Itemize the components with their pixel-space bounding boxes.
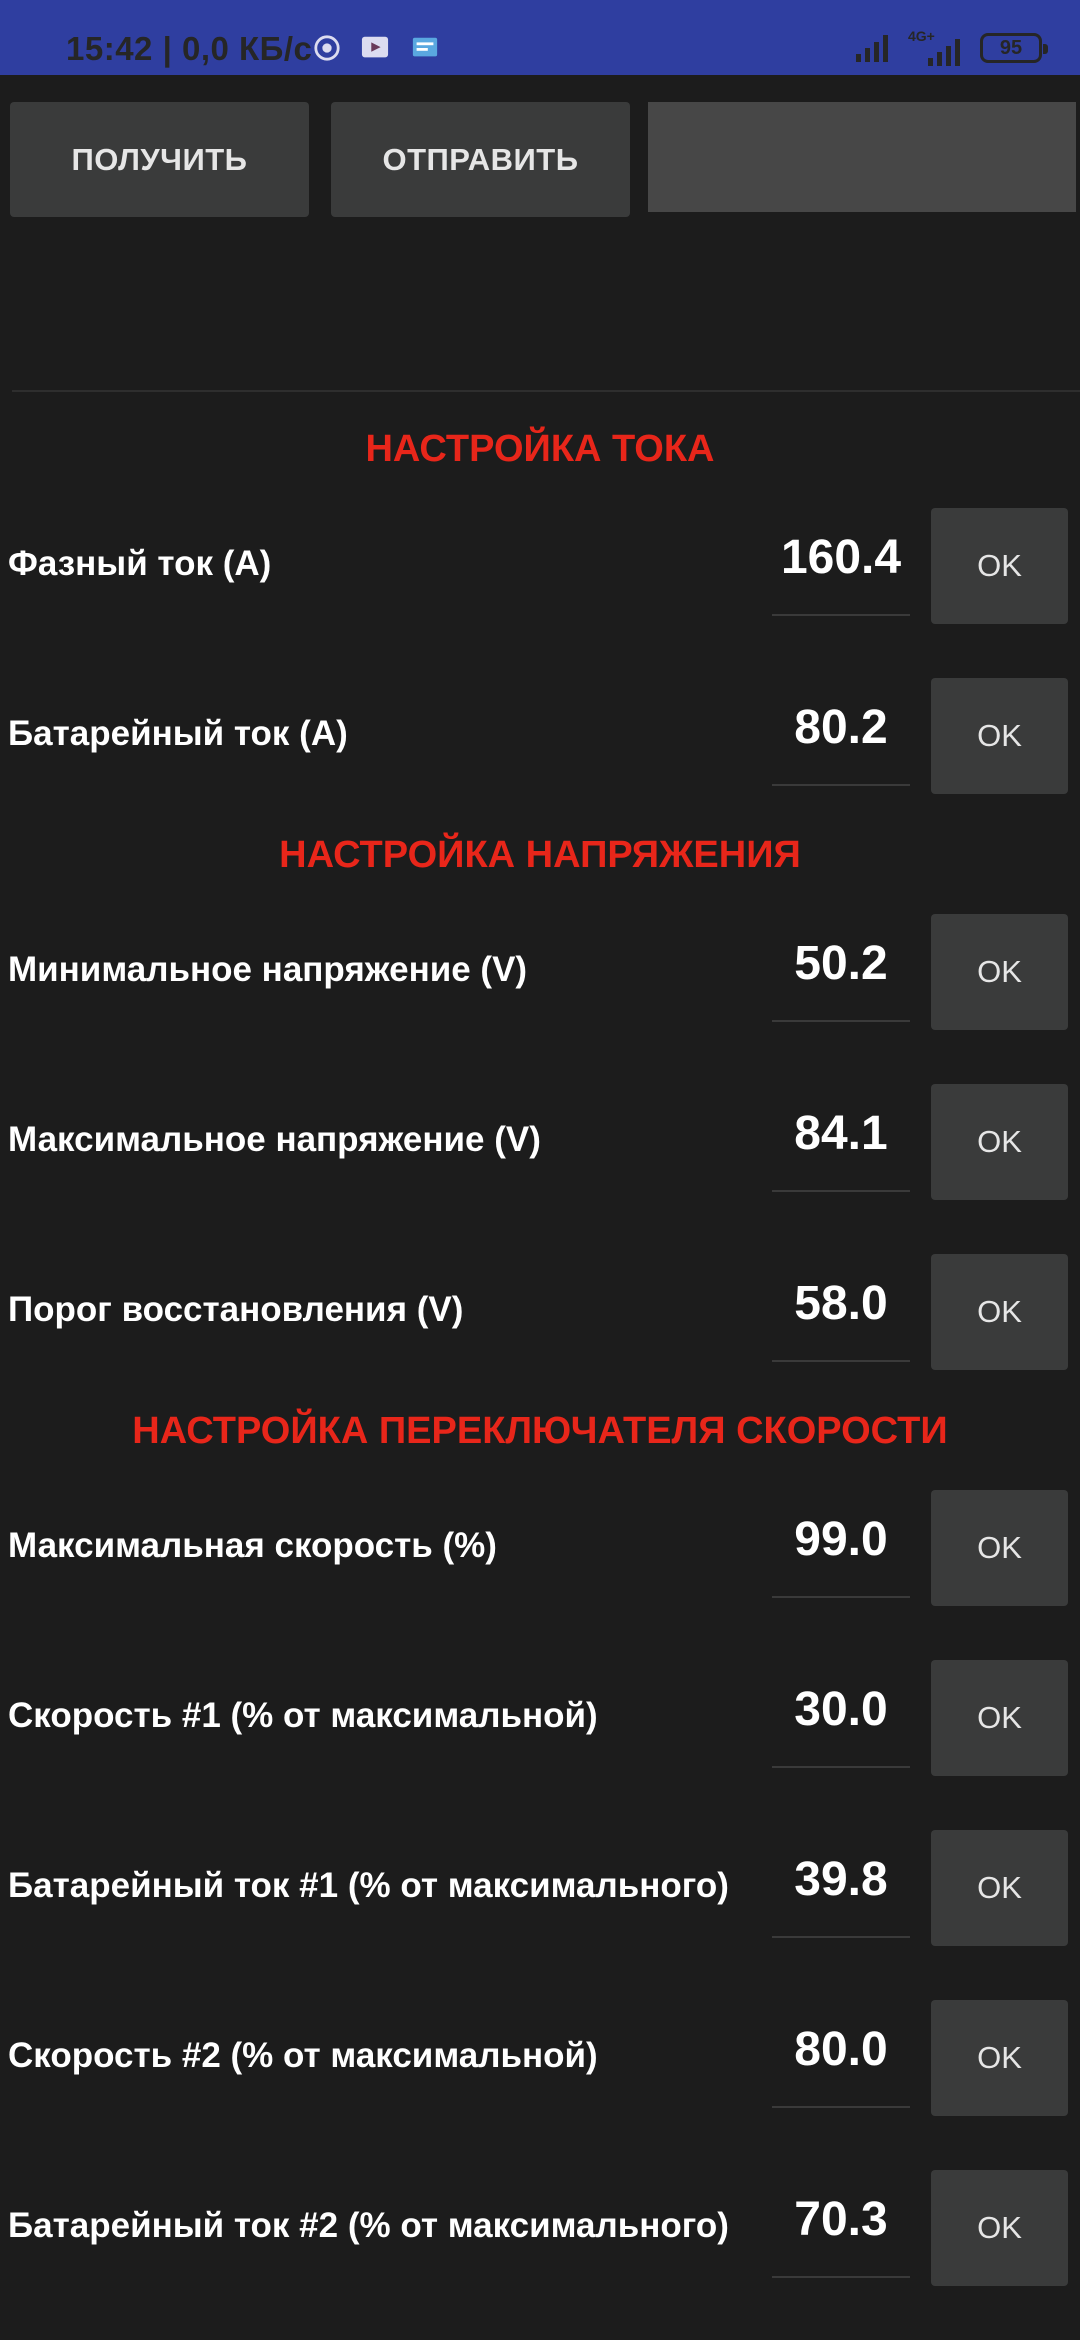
setting-row-max-speed: Максимальная скорость (%) 99.0 OK <box>0 1490 1080 1610</box>
ok-button[interactable]: OK <box>931 1660 1068 1776</box>
device-input-field[interactable] <box>648 102 1076 212</box>
ok-button[interactable]: OK <box>931 1084 1068 1200</box>
setting-label: Порог восстановления (V) <box>8 1290 464 1329</box>
message-icon <box>412 37 438 57</box>
setting-label: Батарейный ток (А) <box>8 714 348 753</box>
setting-value-input[interactable]: 39.8 <box>772 1834 910 1938</box>
setting-row-battery-current: Батарейный ток (А) 80.2 OK <box>0 678 1080 798</box>
ok-button[interactable]: OK <box>931 678 1068 794</box>
ok-button[interactable]: OK <box>931 508 1068 624</box>
setting-label: Батарейный ток #2 (% от максимального) <box>8 2206 729 2245</box>
setting-row-recovery-threshold: Порог восстановления (V) 58.0 OK <box>0 1254 1080 1374</box>
setting-label: Фазный ток (А) <box>8 544 272 583</box>
signal-4g-icon: 4G+ <box>908 28 966 66</box>
setting-row-phase-current: Фазный ток (А) 160.4 OK <box>0 508 1080 628</box>
setting-row-max-voltage: Максимальное напряжение (V) 84.1 OK <box>0 1084 1080 1204</box>
status-bar: 15:42 | 0,0 КБ/с 4G+ 95 <box>0 0 1080 75</box>
setting-row-battery-current-2: Батарейный ток #2 (% от максимального) 7… <box>0 2170 1080 2290</box>
ok-button[interactable]: OK <box>931 1830 1068 1946</box>
setting-row-min-voltage: Минимальное напряжение (V) 50.2 OK <box>0 914 1080 1034</box>
setting-value-input[interactable]: 50.2 <box>772 918 910 1022</box>
setting-label: Скорость #2 (% от максимальной) <box>8 2036 598 2075</box>
receive-button[interactable]: ПОЛУЧИТЬ <box>10 102 309 217</box>
setting-label: Скорость #1 (% от максимальной) <box>8 1696 598 1735</box>
send-button[interactable]: ОТПРАВИТЬ <box>331 102 630 217</box>
setting-value-input[interactable]: 70.3 <box>772 2174 910 2278</box>
section-title-voltage: НАСТРОЙКА НАПРЯЖЕНИЯ <box>279 834 801 876</box>
setting-row-speed-1: Скорость #1 (% от максимальной) 30.0 OK <box>0 1660 1080 1780</box>
setting-value-input[interactable]: 80.2 <box>772 682 910 786</box>
ok-button[interactable]: OK <box>931 2000 1068 2116</box>
ok-button[interactable]: OK <box>931 1490 1068 1606</box>
setting-value-input[interactable]: 30.0 <box>772 1664 910 1768</box>
setting-value-input[interactable]: 160.4 <box>772 512 910 616</box>
setting-value-input[interactable]: 58.0 <box>772 1258 910 1362</box>
setting-label: Максимальное напряжение (V) <box>8 1120 541 1159</box>
vpn-icon <box>314 35 340 61</box>
setting-label: Минимальное напряжение (V) <box>8 950 528 989</box>
setting-label: Максимальная скорость (%) <box>8 1526 497 1565</box>
section-title-speed-switch: НАСТРОЙКА ПЕРЕКЛЮЧАТЕЛЯ СКОРОСТИ <box>132 1410 948 1452</box>
setting-label: Батарейный ток #1 (% от максимального) <box>8 1866 729 1905</box>
ok-button[interactable]: OK <box>931 914 1068 1030</box>
setting-value-input[interactable]: 99.0 <box>772 1494 910 1598</box>
setting-row-battery-current-1: Батарейный ток #1 (% от максимального) 3… <box>0 1830 1080 1950</box>
ok-button[interactable]: OK <box>931 2170 1068 2286</box>
battery-level: 95 <box>999 36 1023 59</box>
section-title-current: НАСТРОЙКА ТОКА <box>365 428 715 470</box>
ok-button[interactable]: OK <box>931 1254 1068 1370</box>
setting-value-input[interactable]: 80.0 <box>772 2004 910 2108</box>
setting-row-speed-2: Скорость #2 (% от максимальной) 80.0 OK <box>0 2000 1080 2120</box>
signal-icon <box>856 35 888 62</box>
setting-value-input[interactable]: 84.1 <box>772 1088 910 1192</box>
divider <box>12 390 1080 392</box>
media-icon <box>361 36 389 58</box>
battery-icon: 95 <box>980 33 1048 63</box>
status-time: 15:42 | 0,0 КБ/с <box>66 30 313 67</box>
